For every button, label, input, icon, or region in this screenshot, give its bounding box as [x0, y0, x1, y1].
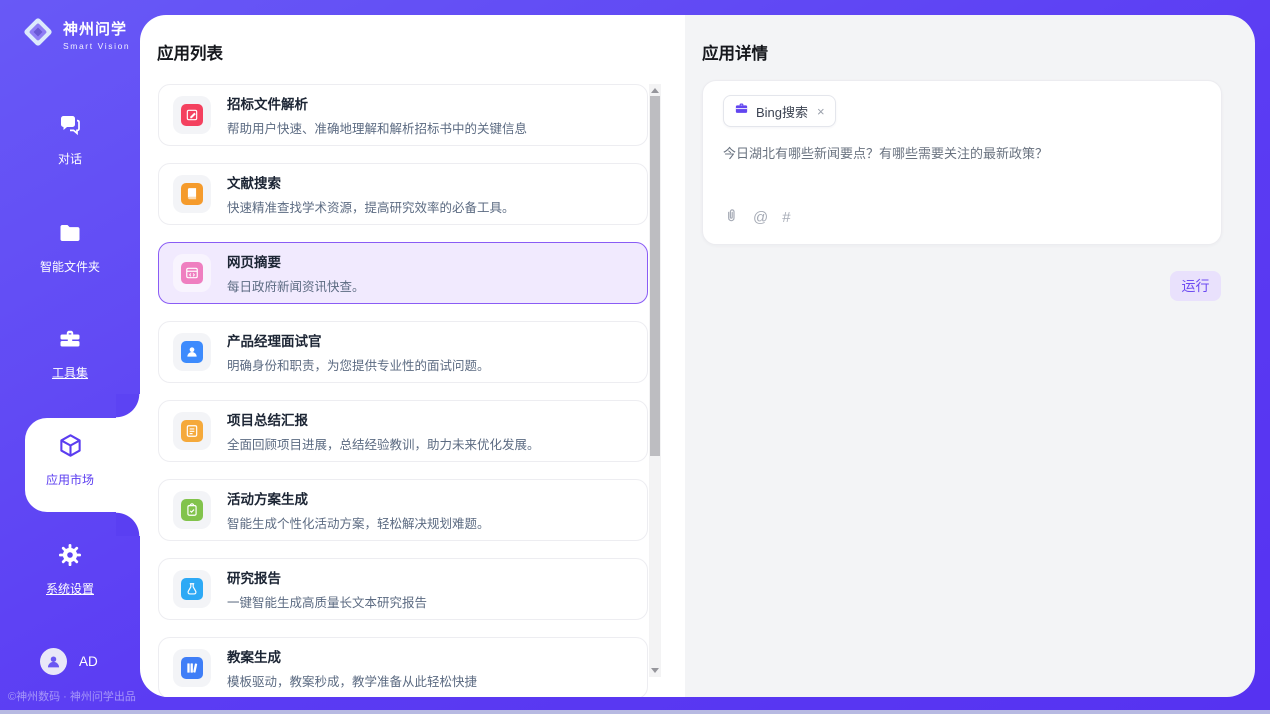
app-description: 帮助用户快速、准确地理解和解析招标书中的关键信息 — [227, 118, 527, 137]
app-detail-card: Bing搜索 × 今日湖北有哪些新闻要点？有哪些需要关注的最新政策？ @ # — [702, 80, 1222, 245]
app-icon-container — [173, 333, 211, 371]
sidebar: 神州问学 Smart Vision 对话智能文件夹工具集应用市场系统设置 AD … — [0, 0, 140, 714]
app-icon-container — [173, 254, 211, 292]
brand-title: 神州问学 — [63, 18, 130, 39]
app-detail-panel: 应用详情 Bing搜索 × 今日湖北有哪些新闻要点？有哪些需要关注的最新政策？ — [685, 15, 1255, 697]
user-chip[interactable]: AD — [40, 648, 98, 675]
app-list: 招标文件解析帮助用户快速、准确地理解和解析招标书中的关键信息文献搜索快速精准查找… — [158, 84, 648, 697]
attachment-icon[interactable] — [723, 207, 739, 227]
app-description: 全面回顾项目进展，总结经验教训，助力未来优化发展。 — [227, 434, 540, 453]
research-icon — [181, 578, 203, 600]
app-detail-title: 应用详情 — [702, 40, 768, 64]
hash-icon[interactable]: # — [782, 209, 790, 226]
sidebar-item-label: 应用市场 — [46, 471, 94, 488]
sidebar-item-chat[interactable]: 对话 — [0, 112, 140, 167]
tool-tag-bing-search[interactable]: Bing搜索 × — [723, 95, 836, 127]
app-card[interactable]: 研究报告一键智能生成高质量长文本研究报告 — [158, 558, 648, 620]
sidebar-item-settings[interactable]: 系统设置 — [0, 542, 140, 597]
app-card[interactable]: 活动方案生成智能生成个性化活动方案，轻松解决规划难题。 — [158, 479, 648, 541]
app-name: 教案生成 — [227, 646, 477, 666]
sidebar-item-label: 系统设置 — [46, 580, 94, 597]
interviewer-icon — [181, 341, 203, 363]
chat-icon — [57, 112, 83, 143]
toolbox-icon — [57, 326, 83, 357]
sidebar-item-tools[interactable]: 工具集 — [0, 326, 140, 381]
app-description: 智能生成个性化活动方案，轻松解决规划难题。 — [227, 513, 490, 532]
app-description: 明确身份和职责，为您提供专业性的面试问题。 — [227, 355, 490, 374]
scrollbar[interactable] — [649, 84, 661, 677]
main-content: 应用列表 招标文件解析帮助用户快速、准确地理解和解析招标书中的关键信息文献搜索快… — [140, 15, 1255, 697]
app-icon-container — [173, 412, 211, 450]
sidebar-item-label: 智能文件夹 — [40, 258, 100, 275]
sidebar-item-app-market[interactable]: 应用市场 — [0, 432, 140, 488]
app-name: 文献搜索 — [227, 172, 515, 192]
cube-icon — [57, 432, 84, 464]
app-icon-container — [173, 570, 211, 608]
app-icon-container — [173, 491, 211, 529]
app-description: 模板驱动，教案秒成，教学准备从此轻松快捷 — [227, 671, 477, 690]
app-list-panel: 应用列表 招标文件解析帮助用户快速、准确地理解和解析招标书中的关键信息文献搜索快… — [140, 15, 685, 697]
app-name: 活动方案生成 — [227, 488, 490, 508]
scrollbar-up-arrow-icon[interactable] — [651, 88, 659, 93]
sidebar-item-label: 工具集 — [52, 364, 88, 381]
query-input[interactable]: 今日湖北有哪些新闻要点？有哪些需要关注的最新政策？ — [723, 145, 1201, 164]
run-button[interactable]: 运行 — [1170, 271, 1221, 301]
input-toolbar: @ # — [723, 207, 791, 227]
user-label: AD — [79, 654, 98, 669]
app-name: 研究报告 — [227, 567, 427, 587]
app-name: 项目总结汇报 — [227, 409, 540, 429]
active-nav-curve-bottom — [116, 512, 140, 536]
sidebar-item-label: 对话 — [58, 150, 82, 167]
book-icon — [181, 183, 203, 205]
diamond-logo-icon — [20, 14, 56, 55]
scrollbar-down-arrow-icon[interactable] — [651, 668, 659, 673]
app-card[interactable]: 招标文件解析帮助用户快速、准确地理解和解析招标书中的关键信息 — [158, 84, 648, 146]
scrollbar-thumb[interactable] — [650, 96, 660, 456]
avatar — [40, 648, 67, 675]
tool-tag-label: Bing搜索 — [756, 102, 808, 121]
app-card[interactable]: 项目总结汇报全面回顾项目进展，总结经验教训，助力未来优化发展。 — [158, 400, 648, 462]
webpage-icon — [181, 262, 203, 284]
report-note-icon — [181, 420, 203, 442]
brand-logo: 神州问学 Smart Vision — [20, 14, 130, 55]
app-card[interactable]: 产品经理面试官明确身份和职责，为您提供专业性的面试问题。 — [158, 321, 648, 383]
folder-icon — [57, 220, 83, 251]
sidebar-item-folders[interactable]: 智能文件夹 — [0, 220, 140, 275]
app-name: 招标文件解析 — [227, 93, 527, 113]
app-icon-container — [173, 649, 211, 687]
mention-icon[interactable]: @ — [753, 209, 768, 226]
app-description: 快速精准查找学术资源，提高研究效率的必备工具。 — [227, 197, 515, 216]
clipboard-check-icon — [181, 499, 203, 521]
app-icon-container — [173, 175, 211, 213]
brand-subtitle: Smart Vision — [63, 41, 130, 51]
app-card[interactable]: 网页摘要每日政府新闻资讯快查。 — [158, 242, 648, 304]
app-icon-container — [173, 96, 211, 134]
app-name: 网页摘要 — [227, 251, 365, 271]
app-name: 产品经理面试官 — [227, 330, 490, 350]
app-card[interactable]: 文献搜索快速精准查找学术资源，提高研究效率的必备工具。 — [158, 163, 648, 225]
edit-doc-icon — [181, 104, 203, 126]
app-description: 一键智能生成高质量长文本研究报告 — [227, 592, 427, 611]
copyright-text: ©神州数码 · 神州问学出品 — [8, 688, 136, 704]
app-list-title: 应用列表 — [157, 40, 223, 64]
app-description: 每日政府新闻资讯快查。 — [227, 276, 365, 295]
app-card[interactable]: 教案生成模板驱动，教案秒成，教学准备从此轻松快捷 — [158, 637, 648, 697]
active-nav-curve-top — [116, 394, 140, 418]
close-icon[interactable]: × — [817, 104, 825, 119]
gear-icon — [57, 542, 83, 573]
books-icon — [181, 657, 203, 679]
briefcase-icon — [734, 101, 749, 121]
